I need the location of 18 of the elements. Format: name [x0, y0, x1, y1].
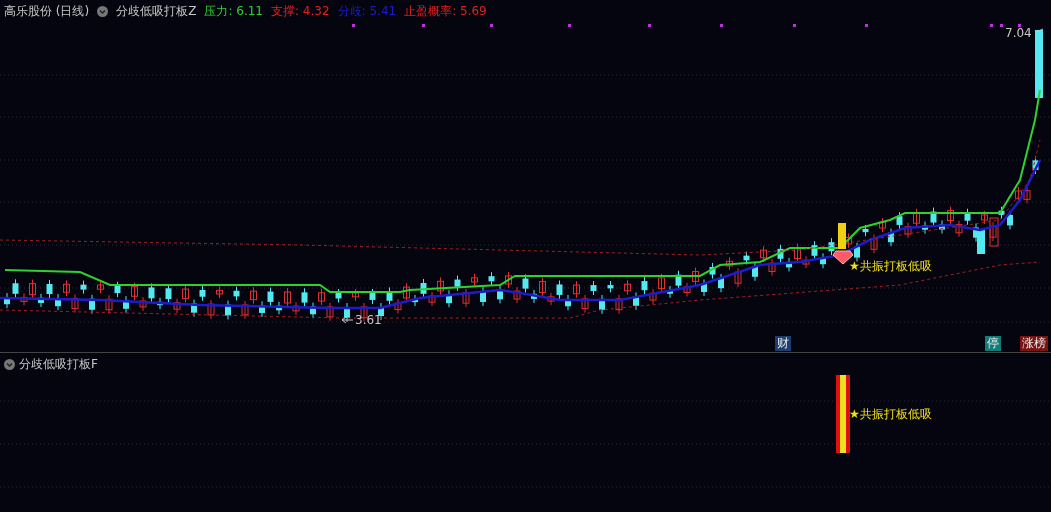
event-badge[interactable]: 财: [775, 336, 791, 351]
arrow-icon: [341, 316, 354, 324]
legend-value: 支撑: 4.32: [271, 2, 330, 20]
legend-value: 止盈概率: 5.69: [404, 2, 487, 20]
indicator-name: 分歧低吸打板F: [19, 355, 98, 373]
signal-bar: [838, 223, 846, 249]
event-badge[interactable]: 停: [985, 336, 1001, 351]
price-label: 7.04: [1005, 26, 1032, 40]
indicator-name: 分歧低吸打板Z: [116, 2, 197, 20]
signal-label: ★共振打板低吸: [849, 406, 932, 423]
price-label: 3.61: [355, 313, 382, 327]
dropdown-icon[interactable]: [4, 358, 15, 370]
legend-value: 压力: 6.11: [204, 2, 263, 20]
event-badge[interactable]: 涨榜: [1020, 336, 1048, 351]
legend-value: 分歧: 5.41: [337, 2, 397, 20]
stock-title: 高乐股份 (日线): [4, 2, 90, 20]
dropdown-icon[interactable]: [97, 5, 109, 17]
signal-label: ★共振打板低吸: [849, 258, 932, 275]
